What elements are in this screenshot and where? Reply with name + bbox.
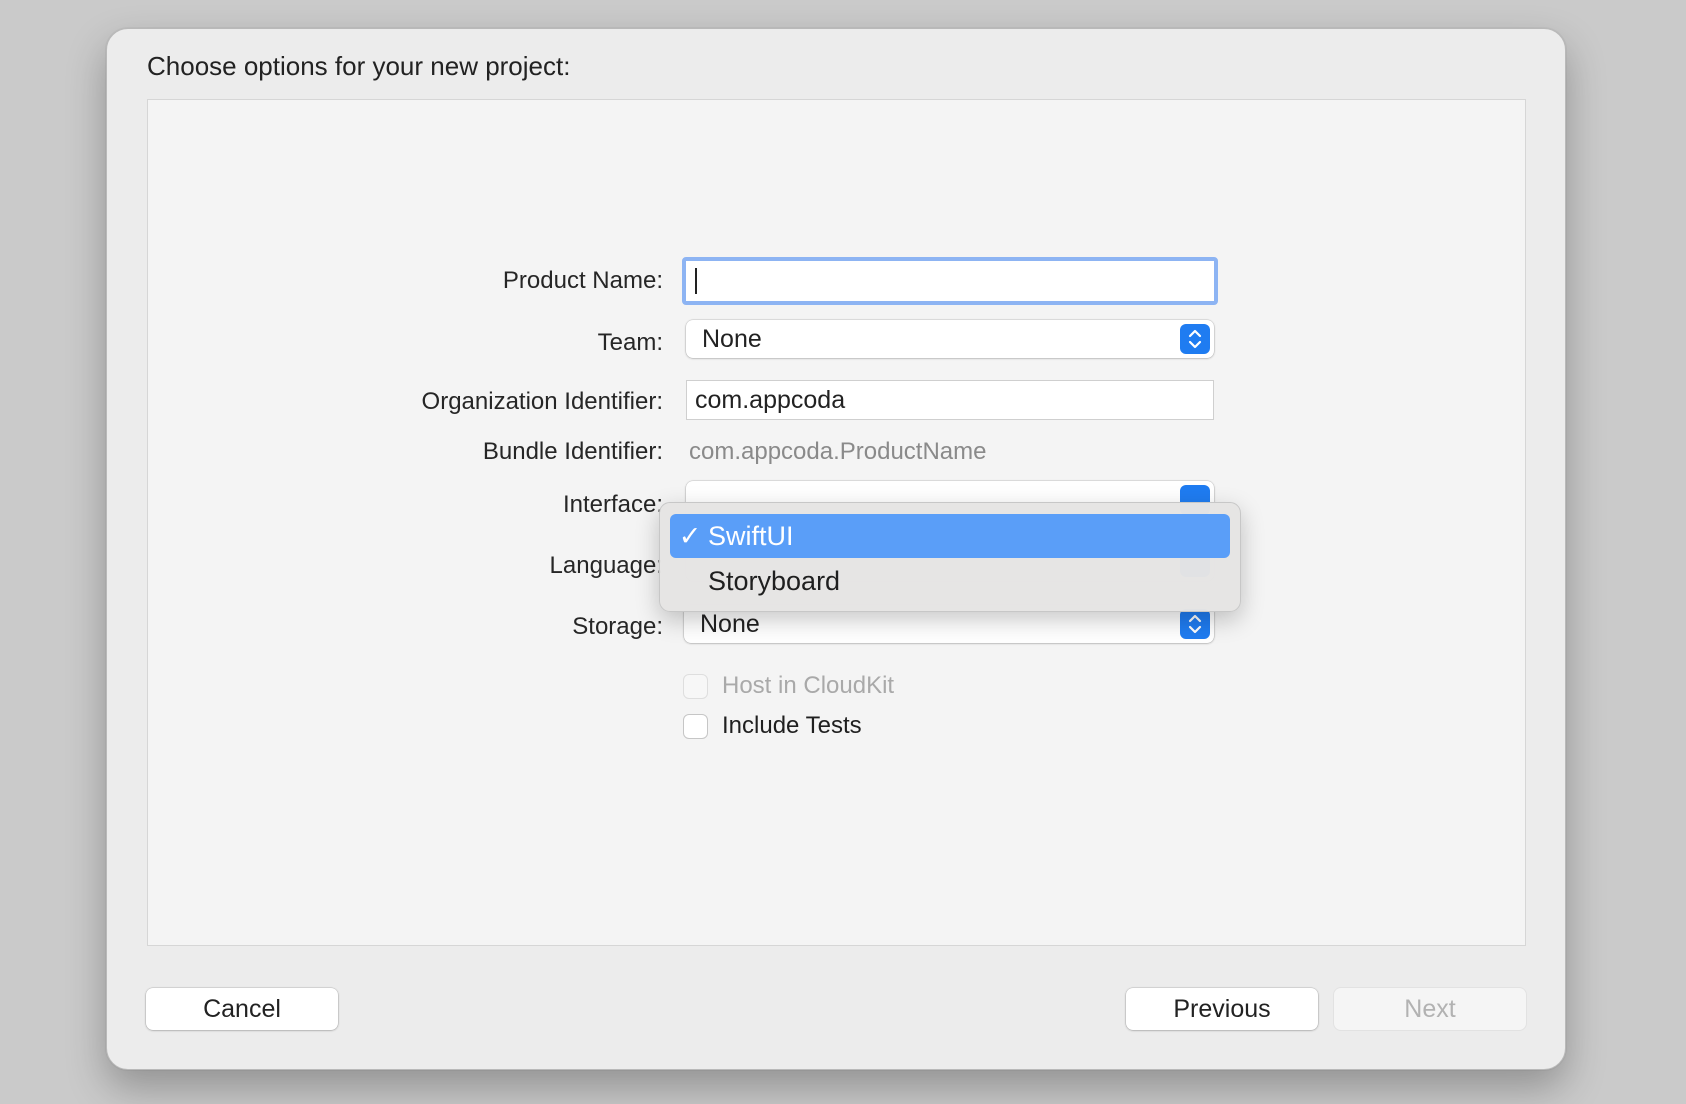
menu-item-swiftui[interactable]: ✓ SwiftUI (670, 514, 1230, 558)
text-caret (695, 268, 697, 294)
checkbox-box[interactable] (683, 713, 708, 739)
menu-item-storyboard[interactable]: Storyboard (670, 559, 1230, 603)
product-name-label: Product Name: (502, 267, 663, 294)
chevron-up-down-icon (1180, 324, 1210, 354)
cancel-button[interactable]: Cancel (146, 988, 338, 1030)
dialog-title: Choose options for your new project: (147, 51, 571, 81)
bundle-identifier-label: Bundle Identifier: (482, 438, 663, 465)
bundle-identifier-value: com.appcoda.ProductName (689, 438, 987, 465)
team-label: Team: (597, 329, 663, 356)
menu-item-label: Storyboard (708, 566, 841, 596)
organization-identifier-label: Organization Identifier: (421, 388, 663, 415)
product-name-field[interactable] (682, 257, 1218, 305)
next-button[interactable]: Next (1334, 988, 1526, 1030)
storage-value: None (700, 610, 760, 638)
language-label: Language: (549, 552, 663, 579)
host-in-cloudkit-checkbox: Host in CloudKit (683, 671, 894, 701)
team-value: None (702, 325, 762, 353)
interface-label: Interface: (562, 491, 663, 518)
chevron-up-down-icon (1180, 609, 1210, 639)
storage-label: Storage: (572, 613, 663, 640)
organization-identifier-field[interactable]: com.appcoda (686, 380, 1214, 420)
include-tests-label: Include Tests (722, 712, 862, 739)
checkbox-box (683, 673, 708, 699)
include-tests-checkbox[interactable]: Include Tests (683, 711, 862, 741)
team-popup[interactable]: None (686, 320, 1214, 358)
menu-item-label: SwiftUI (708, 521, 794, 551)
checkmark-icon: ✓ (678, 521, 702, 551)
interface-menu: ✓ SwiftUI Storyboard (659, 502, 1241, 612)
previous-button[interactable]: Previous (1126, 988, 1318, 1030)
host-in-cloudkit-label: Host in CloudKit (722, 672, 895, 699)
